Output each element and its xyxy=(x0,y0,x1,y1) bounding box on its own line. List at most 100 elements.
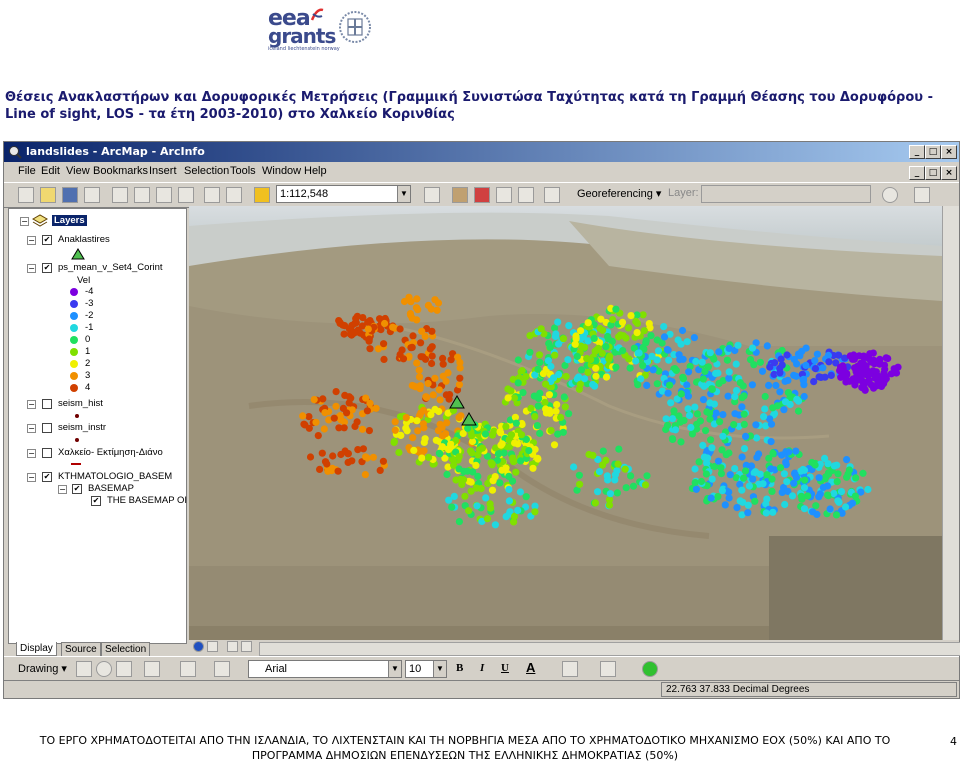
layer-anaklastires[interactable]: Anaklastires xyxy=(58,234,110,245)
menu-selection[interactable]: Selection xyxy=(184,165,229,177)
map-canvas[interactable] xyxy=(189,206,942,640)
pause-icon[interactable] xyxy=(241,641,252,652)
layer-kthmatologio[interactable]: KTHMATOLOGIO_BASEM xyxy=(58,471,172,482)
font-name-dropdown[interactable]: Arial ▼ xyxy=(248,660,402,678)
rectangle-icon[interactable] xyxy=(144,661,160,677)
layer-checkbox[interactable] xyxy=(42,448,52,458)
open-icon[interactable] xyxy=(40,187,56,203)
underline-button[interactable]: U xyxy=(501,662,509,674)
layer-dropdown[interactable] xyxy=(701,185,871,203)
georeferencing-menu[interactable]: Georeferencing ▾ xyxy=(577,187,661,200)
collapse-icon[interactable]: − xyxy=(27,236,36,245)
arctoolbox-icon[interactable] xyxy=(452,187,468,203)
doc-minimize-button[interactable]: _ xyxy=(909,166,925,180)
map-bottom-bar xyxy=(189,640,960,656)
window-titlebar[interactable]: landslides - ArcMap - ArcInfo _ □ × xyxy=(4,142,959,162)
font-color-button[interactable]: A xyxy=(526,660,535,675)
collapse-icon[interactable]: − xyxy=(27,449,36,458)
refresh-icon[interactable] xyxy=(227,641,238,652)
menu-file[interactable]: File xyxy=(18,165,36,177)
ps-point xyxy=(797,492,806,500)
editor-icon[interactable] xyxy=(424,187,440,203)
new-icon[interactable] xyxy=(18,187,34,203)
copy-icon[interactable] xyxy=(134,187,150,203)
collapse-icon[interactable]: − xyxy=(20,217,29,226)
funding-footer: ΤΟ ΕΡΓΟ ΧΡΗΜΑΤΟΔΟΤΕΙΤΑΙ ΑΠΟ ΤΗΝ ΙΣΛΑΝΔΙΑ… xyxy=(0,733,930,763)
layer-checkbox[interactable]: ✔ xyxy=(42,263,52,273)
menu-window[interactable]: Window xyxy=(262,165,301,177)
new-text-icon[interactable] xyxy=(180,661,196,677)
map-horizontal-scrollbar[interactable] xyxy=(259,642,960,656)
menu-edit[interactable]: Edit xyxy=(41,165,60,177)
layer-checkbox[interactable]: ✔ xyxy=(91,496,101,506)
layers-root-label[interactable]: Layers xyxy=(52,215,87,226)
layer-checkbox[interactable]: ✔ xyxy=(42,235,52,245)
doc-restore-button[interactable]: □ xyxy=(925,166,941,180)
collapse-icon[interactable]: − xyxy=(27,424,36,433)
ps-point xyxy=(676,418,684,426)
fill-color-icon[interactable] xyxy=(562,661,578,677)
layer-checkbox[interactable] xyxy=(42,399,52,409)
font-size-dropdown[interactable]: 10 ▼ xyxy=(405,660,447,678)
whats-this-icon[interactable] xyxy=(544,187,560,203)
rotate-icon[interactable] xyxy=(882,187,898,203)
close-button[interactable]: × xyxy=(941,145,957,159)
redo-icon[interactable] xyxy=(226,187,242,203)
collapse-icon[interactable]: − xyxy=(27,400,36,409)
collapse-icon[interactable]: − xyxy=(58,485,67,494)
layer-checkbox[interactable]: ✔ xyxy=(72,484,82,494)
chevron-down-icon[interactable]: ▼ xyxy=(388,661,401,677)
save-icon[interactable] xyxy=(62,187,78,203)
delete-icon[interactable] xyxy=(178,187,194,203)
collapse-icon[interactable]: − xyxy=(27,264,36,273)
layer-basemap[interactable]: BASEMAP xyxy=(88,483,134,494)
menu-tools[interactable]: Tools xyxy=(230,165,256,177)
menu-view[interactable]: View xyxy=(66,165,90,177)
ps-point xyxy=(549,374,558,382)
ps-point xyxy=(866,368,874,376)
layer-seism-hist[interactable]: seism_hist xyxy=(58,398,103,409)
marker-color-icon[interactable] xyxy=(642,661,658,677)
menu-insert[interactable]: Insert xyxy=(149,165,177,177)
paste-icon[interactable] xyxy=(156,187,172,203)
tab-display[interactable]: Display xyxy=(16,642,57,656)
map-scale-dropdown[interactable]: 1:112,548 ▼ xyxy=(276,185,411,203)
cut-icon[interactable] xyxy=(112,187,128,203)
tab-source[interactable]: Source xyxy=(61,642,101,657)
line-color-icon[interactable] xyxy=(600,661,616,677)
layout-view-icon[interactable] xyxy=(207,641,218,652)
doc-close-button[interactable]: × xyxy=(941,166,957,180)
layer-checkbox[interactable]: ✔ xyxy=(42,472,52,482)
bold-button[interactable]: B xyxy=(456,662,463,674)
italic-button[interactable]: I xyxy=(480,662,484,674)
zoom-whole-page-icon[interactable] xyxy=(116,661,132,677)
tab-selection[interactable]: Selection xyxy=(101,642,151,657)
collapse-icon[interactable]: − xyxy=(27,473,36,482)
print-icon[interactable] xyxy=(84,187,100,203)
control-points-icon[interactable] xyxy=(914,187,930,203)
data-view-icon[interactable] xyxy=(193,641,204,652)
arccatalog-icon[interactable] xyxy=(474,187,490,203)
layer-seism-instr[interactable]: seism_instr xyxy=(58,422,106,433)
layer-checkbox[interactable] xyxy=(42,423,52,433)
maximize-button[interactable]: □ xyxy=(925,145,941,159)
model-builder-icon[interactable] xyxy=(518,187,534,203)
rotate-element-icon[interactable] xyxy=(96,661,112,677)
select-elements-icon[interactable] xyxy=(76,661,92,677)
undo-icon[interactable] xyxy=(204,187,220,203)
layer-ps-mean[interactable]: ps_mean_v_Set4_Corint xyxy=(58,262,163,273)
chevron-down-icon[interactable]: ▼ xyxy=(433,661,446,677)
menu-help[interactable]: Help xyxy=(304,165,327,177)
minimize-button[interactable]: _ xyxy=(909,145,925,159)
command-line-icon[interactable] xyxy=(496,187,512,203)
drawing-menu[interactable]: Drawing ▾ xyxy=(18,662,67,675)
layer-chalkeio[interactable]: Χαλκείο- Εκτίμηση-Διάνο xyxy=(58,447,163,458)
menu-bookmarks[interactable]: Bookmarks xyxy=(93,165,148,177)
text-frame-icon[interactable] xyxy=(214,661,230,677)
add-data-icon[interactable] xyxy=(254,187,270,203)
layer-the-basemap[interactable]: THE BASEMAP OI xyxy=(107,495,187,506)
ps-point xyxy=(761,405,769,413)
chevron-down-icon[interactable]: ▼ xyxy=(397,186,410,202)
ps-point xyxy=(725,494,733,502)
map-vertical-scrollbar[interactable] xyxy=(942,206,959,640)
